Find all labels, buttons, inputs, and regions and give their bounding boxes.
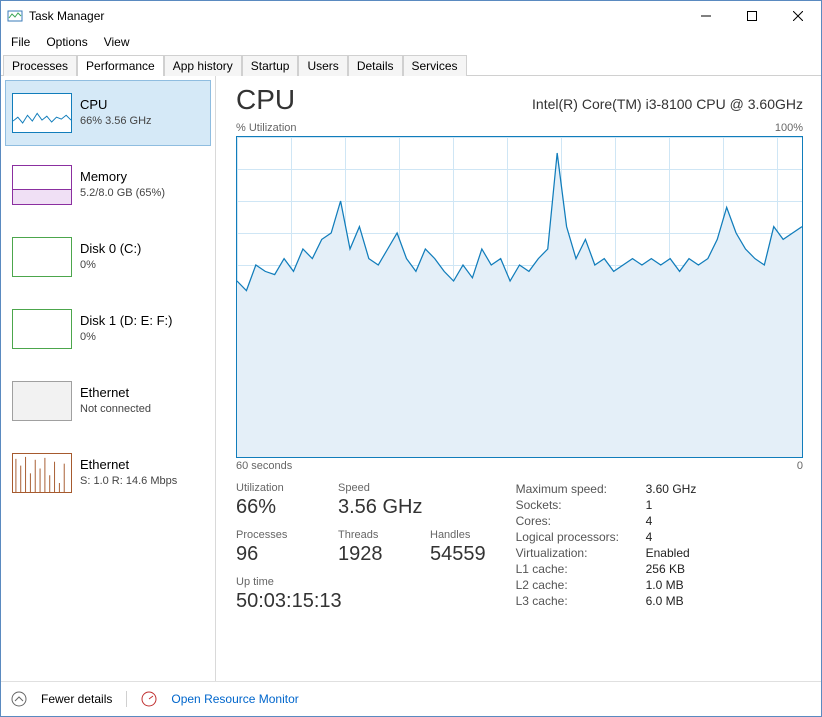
app-icon bbox=[7, 8, 23, 24]
menu-file[interactable]: File bbox=[11, 35, 30, 49]
window-controls bbox=[683, 1, 821, 31]
stat-handles-label: Handles bbox=[430, 529, 486, 541]
info-logical-k: Logical processors: bbox=[516, 530, 646, 544]
info-virt-v: Enabled bbox=[646, 546, 690, 560]
stat-uptime-value: 50:03:15:13 bbox=[236, 590, 342, 613]
menu-options[interactable]: Options bbox=[46, 35, 87, 49]
sidebar-disk1-sub: 0% bbox=[80, 330, 172, 344]
sidebar-disk0-title: Disk 0 (C:) bbox=[80, 241, 141, 258]
minimize-button[interactable] bbox=[683, 1, 729, 31]
chevron-up-icon[interactable] bbox=[11, 691, 27, 707]
info-l1-v: 256 KB bbox=[646, 562, 685, 576]
stat-speed-label: Speed bbox=[338, 482, 422, 494]
close-button[interactable] bbox=[775, 1, 821, 31]
chart-label-top-left: % Utilization bbox=[236, 122, 297, 134]
tab-users[interactable]: Users bbox=[298, 55, 347, 76]
info-maxspeed-k: Maximum speed: bbox=[516, 482, 646, 496]
tab-performance[interactable]: Performance bbox=[77, 55, 164, 76]
sidebar-cpu-title: CPU bbox=[80, 97, 152, 114]
titlebar[interactable]: Task Manager bbox=[1, 1, 821, 31]
sidebar-disk0-sub: 0% bbox=[80, 258, 141, 272]
sidebar-eth1-sub: Not connected bbox=[80, 402, 151, 416]
stat-processes-label: Processes bbox=[236, 529, 316, 541]
chart-label-bottom-right: 0 bbox=[797, 460, 803, 472]
stat-uptime-label: Up time bbox=[236, 576, 342, 588]
page-title: CPU bbox=[236, 84, 295, 116]
sidebar-cpu-sub: 66% 3.56 GHz bbox=[80, 114, 152, 128]
eth1-thumb bbox=[12, 381, 72, 421]
info-l2-v: 1.0 MB bbox=[646, 578, 684, 592]
eth2-thumb bbox=[12, 453, 72, 493]
sidebar-item-ethernet-2[interactable]: Ethernet S: 1.0 R: 14.6 Mbps bbox=[5, 440, 211, 506]
main-panel: CPU Intel(R) Core(TM) i3-8100 CPU @ 3.60… bbox=[216, 76, 821, 681]
menubar: File Options View bbox=[1, 31, 821, 53]
tab-services[interactable]: Services bbox=[403, 55, 467, 76]
sidebar-memory-title: Memory bbox=[80, 169, 165, 186]
info-l3-v: 6.0 MB bbox=[646, 594, 684, 608]
disk1-thumb bbox=[12, 309, 72, 349]
sidebar-disk1-title: Disk 1 (D: E: F:) bbox=[80, 313, 172, 330]
fewer-details-link[interactable]: Fewer details bbox=[41, 692, 112, 706]
cpu-utilization-chart[interactable] bbox=[236, 136, 803, 458]
tabstrip: Processes Performance App history Startu… bbox=[1, 53, 821, 76]
stats-area: Utilization 66% Speed 3.56 GHz Processes… bbox=[236, 482, 803, 623]
sidebar-item-memory[interactable]: Memory 5.2/8.0 GB (65%) bbox=[5, 152, 211, 218]
chart-label-top-right: 100% bbox=[775, 122, 803, 134]
cpu-info-table: Maximum speed:3.60 GHz Sockets:1 Cores:4… bbox=[516, 482, 697, 623]
sidebar-item-cpu[interactable]: CPU 66% 3.56 GHz bbox=[5, 80, 211, 146]
body: CPU 66% 3.56 GHz Memory 5.2/8.0 GB (65%)… bbox=[1, 76, 821, 681]
sidebar-item-ethernet-1[interactable]: Ethernet Not connected bbox=[5, 368, 211, 434]
cpu-thumb bbox=[12, 93, 72, 133]
sidebar-memory-sub: 5.2/8.0 GB (65%) bbox=[80, 186, 165, 200]
stat-threads-label: Threads bbox=[338, 529, 408, 541]
stat-utilization-label: Utilization bbox=[236, 482, 316, 494]
stat-handles-value: 54559 bbox=[430, 543, 486, 566]
tab-processes[interactable]: Processes bbox=[3, 55, 77, 76]
task-manager-window: Task Manager File Options View Processes… bbox=[0, 0, 822, 717]
info-maxspeed-v: 3.60 GHz bbox=[646, 482, 697, 496]
maximize-button[interactable] bbox=[729, 1, 775, 31]
info-cores-v: 4 bbox=[646, 514, 653, 528]
sidebar: CPU 66% 3.56 GHz Memory 5.2/8.0 GB (65%)… bbox=[1, 76, 216, 681]
info-sockets-k: Sockets: bbox=[516, 498, 646, 512]
sidebar-eth2-sub: S: 1.0 R: 14.6 Mbps bbox=[80, 474, 177, 488]
footer-separator bbox=[126, 691, 127, 707]
info-sockets-v: 1 bbox=[646, 498, 653, 512]
footer: Fewer details Open Resource Monitor bbox=[1, 681, 821, 716]
info-logical-v: 4 bbox=[646, 530, 653, 544]
tab-app-history[interactable]: App history bbox=[164, 55, 242, 76]
info-virt-k: Virtualization: bbox=[516, 546, 646, 560]
memory-thumb bbox=[12, 165, 72, 205]
sidebar-eth2-title: Ethernet bbox=[80, 457, 177, 474]
sidebar-item-disk1[interactable]: Disk 1 (D: E: F:) 0% bbox=[5, 296, 211, 362]
tab-startup[interactable]: Startup bbox=[242, 55, 299, 76]
window-title: Task Manager bbox=[29, 9, 104, 23]
info-l2-k: L2 cache: bbox=[516, 578, 646, 592]
stat-processes-value: 96 bbox=[236, 543, 316, 566]
sidebar-eth1-title: Ethernet bbox=[80, 385, 151, 402]
tab-details[interactable]: Details bbox=[348, 55, 403, 76]
info-cores-k: Cores: bbox=[516, 514, 646, 528]
disk0-thumb bbox=[12, 237, 72, 277]
stat-speed-value: 3.56 GHz bbox=[338, 496, 422, 519]
chart-label-bottom-left: 60 seconds bbox=[236, 460, 292, 472]
menu-view[interactable]: View bbox=[104, 35, 130, 49]
open-resource-monitor-link[interactable]: Open Resource Monitor bbox=[171, 692, 298, 706]
sidebar-item-disk0[interactable]: Disk 0 (C:) 0% bbox=[5, 224, 211, 290]
stat-threads-value: 1928 bbox=[338, 543, 408, 566]
cpu-model-name: Intel(R) Core(TM) i3-8100 CPU @ 3.60GHz bbox=[532, 96, 803, 112]
resource-monitor-icon bbox=[141, 691, 157, 707]
info-l3-k: L3 cache: bbox=[516, 594, 646, 608]
info-l1-k: L1 cache: bbox=[516, 562, 646, 576]
stat-utilization-value: 66% bbox=[236, 496, 316, 519]
